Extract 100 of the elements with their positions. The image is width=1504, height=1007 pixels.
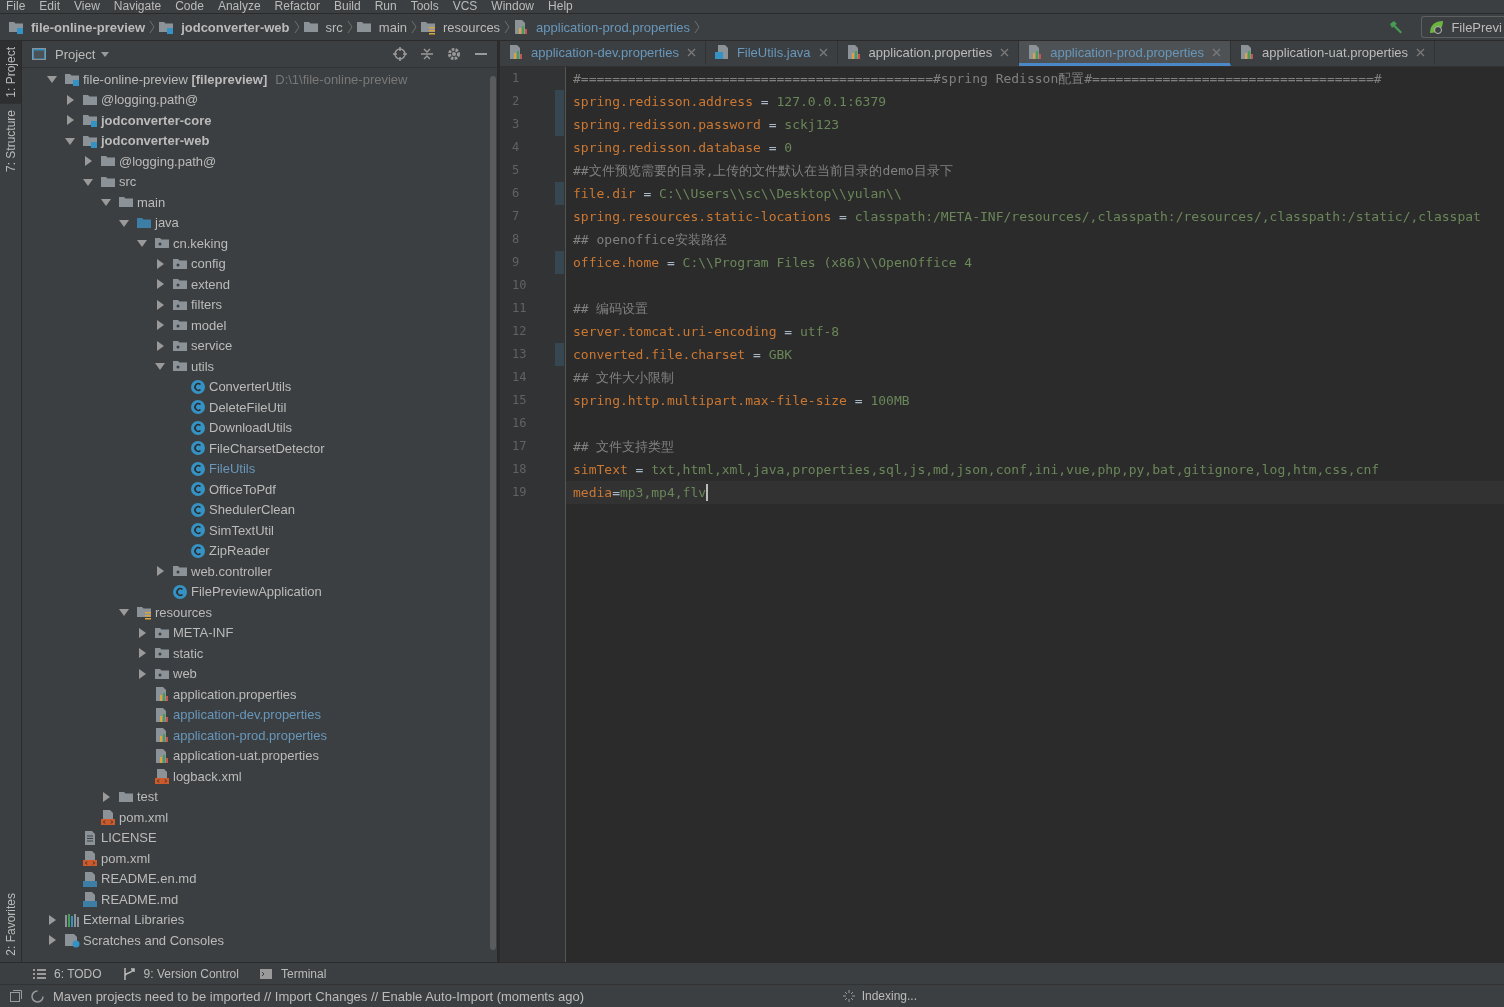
tree-item-label[interactable]: FilePreviewApplication xyxy=(191,584,322,600)
tree-item-label[interactable]: README.en.md xyxy=(101,871,197,887)
hammer-icon xyxy=(1388,19,1405,35)
close-icon[interactable] xyxy=(1000,47,1010,57)
tree-item-label[interactable]: DeleteFileUtil xyxy=(209,399,287,415)
close-icon[interactable] xyxy=(818,47,828,57)
tree-item-label[interactable]: service xyxy=(191,338,233,354)
expand-arrow-icon[interactable] xyxy=(154,565,166,578)
tree-item-label[interactable]: ShedulerClean xyxy=(209,502,295,518)
tool-window-tab[interactable]: 7: Structure xyxy=(0,103,21,178)
tree-item-label[interactable]: @logging.path@ xyxy=(119,153,217,169)
menu-item[interactable]: Analyze xyxy=(217,0,261,13)
tree-item-label[interactable]: application-prod.properties xyxy=(173,727,327,743)
expand-arrow-icon[interactable] xyxy=(64,114,76,127)
tree-item-label[interactable]: web xyxy=(173,666,197,682)
editor-tab[interactable]: application-uat.properties xyxy=(1231,41,1436,66)
expand-arrow-icon[interactable] xyxy=(136,647,148,660)
tree-item-label[interactable]: META-INF xyxy=(173,625,234,641)
tree-item-label[interactable]: SimTextUtil xyxy=(209,522,274,538)
tree-item-label[interactable]: extend xyxy=(191,276,231,292)
tree-item-label[interactable]: Scratches and Consoles xyxy=(83,932,224,948)
change-marker[interactable] xyxy=(555,113,564,136)
tree-item-label[interactable]: DownloadUtils xyxy=(209,420,293,436)
tree-item-label[interactable]: java xyxy=(155,215,179,231)
editor-tab[interactable]: application-dev.properties xyxy=(500,41,706,66)
breadcrumb[interactable]: src xyxy=(302,19,343,35)
change-marker[interactable] xyxy=(555,251,564,274)
tree-item-label[interactable]: application.properties xyxy=(173,686,297,702)
tree-item-label[interactable]: @logging.path@ xyxy=(101,92,199,108)
breadcrumb[interactable]: jodconverter-web xyxy=(158,19,290,35)
view-selector[interactable]: Project xyxy=(32,46,113,62)
tree-item-label[interactable]: cn.keking xyxy=(173,235,228,251)
tree-item-label[interactable]: src xyxy=(119,174,137,190)
menu-item[interactable]: VCS xyxy=(452,0,478,13)
tree-item-label[interactable]: file-online-preview [filepreview] xyxy=(83,71,268,87)
breadcrumb[interactable]: application-prod.properties xyxy=(513,19,691,35)
expand-arrow-icon[interactable] xyxy=(46,913,58,926)
tree-item-label[interactable]: web.controller xyxy=(191,563,272,579)
menu-item[interactable]: File xyxy=(6,0,26,13)
tree-item-label[interactable]: jodconverter-core xyxy=(101,112,212,128)
tree-item-label[interactable]: OfficeToPdf xyxy=(209,481,276,497)
expand-arrow-icon[interactable] xyxy=(136,626,148,639)
expand-arrow-icon[interactable] xyxy=(100,790,112,803)
breadcrumb[interactable]: main xyxy=(355,19,408,35)
expand-arrow-icon[interactable] xyxy=(154,298,166,311)
menu-item[interactable]: Code xyxy=(175,0,204,13)
run-configuration-dropdown[interactable]: FilePrevi xyxy=(1421,16,1504,38)
tree-item-label[interactable]: resources xyxy=(155,604,213,620)
tree-item-label[interactable]: FileUtils xyxy=(209,461,256,477)
menu-item[interactable]: Run xyxy=(374,0,397,13)
menu-item[interactable]: View xyxy=(74,0,100,13)
menu-item[interactable]: Window xyxy=(491,0,535,13)
tree-item-label[interactable]: ConverterUtils xyxy=(209,379,292,395)
expand-arrow-icon[interactable] xyxy=(64,93,76,106)
status-message[interactable]: Maven projects need to be imported // Import Changes // Enable Auto-Import (moments ago) xyxy=(53,988,585,1004)
progress-label[interactable]: Indexing... xyxy=(861,989,917,1003)
expand-arrow-icon[interactable] xyxy=(136,667,148,680)
tool-window-tab[interactable]: 1: Project xyxy=(0,41,21,104)
tree-item-label[interactable]: test xyxy=(137,789,158,805)
menu-item[interactable]: Refactor xyxy=(274,0,320,13)
tree-item-label[interactable]: ZipReader xyxy=(209,543,270,559)
close-icon[interactable] xyxy=(686,47,696,57)
tool-window-button[interactable]: 6: TODO xyxy=(32,966,102,981)
tool-window-tab[interactable]: 2: Favorites xyxy=(0,887,21,962)
change-marker[interactable] xyxy=(555,343,564,366)
tree-item-label[interactable]: README.md xyxy=(101,891,179,907)
tree-item-label[interactable]: logback.xml xyxy=(173,768,242,784)
tree-item-label[interactable]: application-dev.properties xyxy=(173,707,321,723)
tree-item-label[interactable]: jodconverter-web xyxy=(101,133,210,149)
menu-item[interactable]: Help xyxy=(548,0,573,13)
tree-item-label[interactable]: filters xyxy=(191,297,223,313)
tool-window-button[interactable]: 9: Version Control xyxy=(121,966,239,981)
tree-item-label[interactable]: main xyxy=(137,194,166,210)
tree-item-label[interactable]: application-uat.properties xyxy=(173,748,319,764)
tree-item-label[interactable]: model xyxy=(191,317,227,333)
tree-item-label[interactable]: config xyxy=(191,256,226,272)
tree-item-label[interactable]: utils xyxy=(191,358,215,374)
expand-arrow-icon[interactable] xyxy=(154,257,166,270)
expand-arrow-icon[interactable] xyxy=(154,339,166,352)
change-marker[interactable] xyxy=(555,90,564,113)
expand-arrow-icon[interactable] xyxy=(82,155,94,168)
expand-arrow-icon[interactable] xyxy=(46,934,58,947)
tree-item-label[interactable]: static xyxy=(173,645,204,661)
change-marker[interactable] xyxy=(555,182,564,205)
expand-arrow-icon[interactable] xyxy=(154,278,166,291)
menu-item[interactable]: Navigate xyxy=(113,0,162,13)
menu-item[interactable]: Build xyxy=(333,0,361,13)
tree-item-label[interactable]: FileCharsetDetector xyxy=(209,440,325,456)
editor-tab[interactable]: FileUtils.java xyxy=(705,41,838,66)
tree-item-label[interactable]: pom.xml xyxy=(119,809,169,825)
menu-item[interactable]: Tools xyxy=(410,0,439,13)
menu-item[interactable]: Edit xyxy=(39,0,61,13)
close-icon[interactable] xyxy=(1416,47,1426,57)
tree-item-label[interactable]: LICENSE xyxy=(101,830,157,846)
tree-item-label[interactable]: pom.xml xyxy=(101,850,151,866)
expand-arrow-icon[interactable] xyxy=(154,319,166,332)
tool-window-button[interactable]: Terminal xyxy=(258,966,327,981)
breadcrumb[interactable]: file-online-preview xyxy=(8,19,146,35)
breadcrumb[interactable]: resources xyxy=(420,19,501,35)
tree-item-label[interactable]: External Libraries xyxy=(83,912,185,928)
